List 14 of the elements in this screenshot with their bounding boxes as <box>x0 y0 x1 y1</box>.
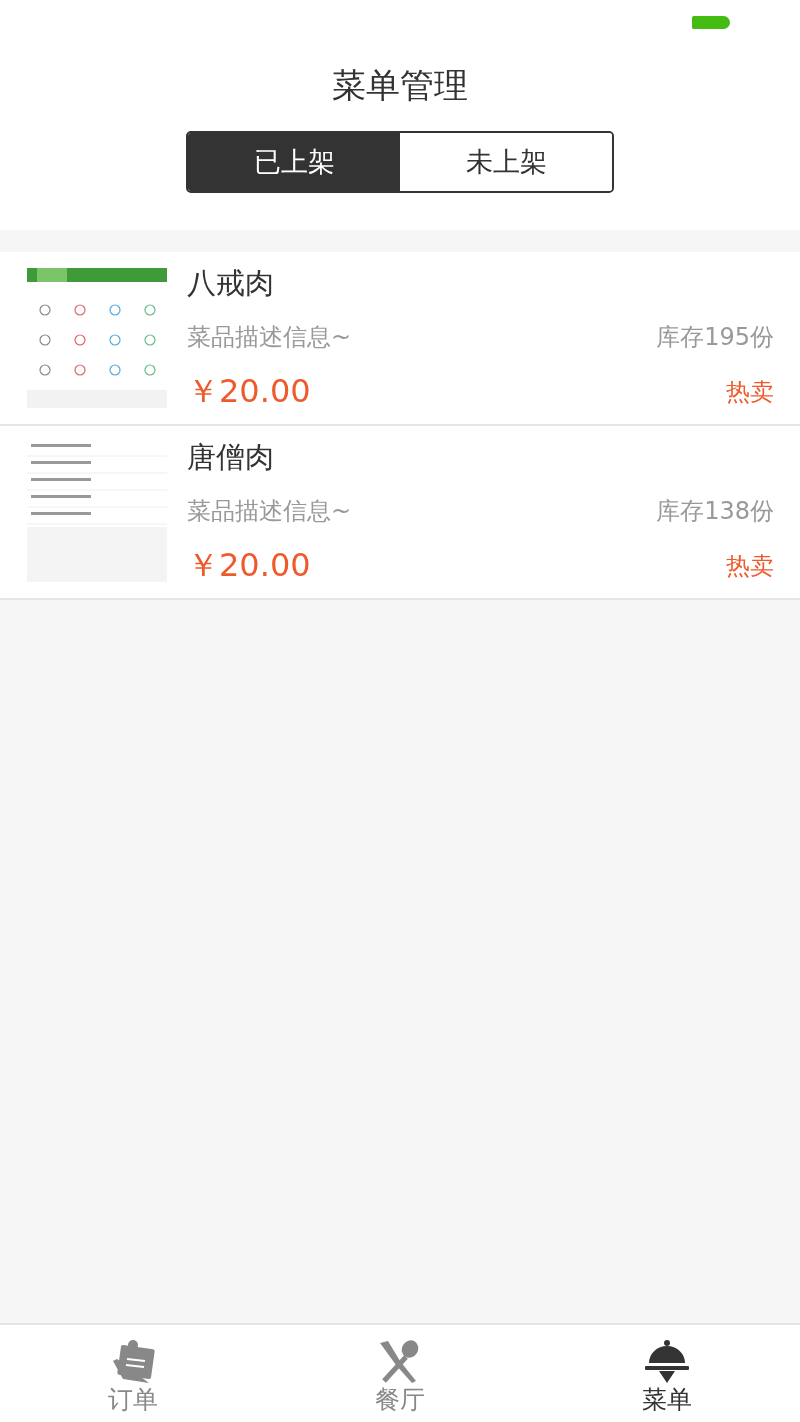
cloche-icon <box>642 1339 691 1383</box>
dish-price: ￥20.00 <box>187 545 311 586</box>
stock-count: 库存195份 <box>656 322 774 353</box>
dish-price: ￥20.00 <box>187 371 311 412</box>
dish-name: 八戒肉 <box>187 265 274 302</box>
dish-name: 唐僧肉 <box>187 439 274 476</box>
page-title: 菜单管理 <box>332 64 468 107</box>
dish-description: 菜品描述信息~ <box>187 496 352 527</box>
dish-description: 菜品描述信息~ <box>187 322 352 353</box>
hot-tag: 热卖 <box>726 376 774 408</box>
tab[interactable]: 已上架 <box>188 133 400 191</box>
battery-icon <box>692 15 730 29</box>
hot-tag: 热卖 <box>726 550 774 582</box>
stock-count: 库存138份 <box>656 496 774 527</box>
